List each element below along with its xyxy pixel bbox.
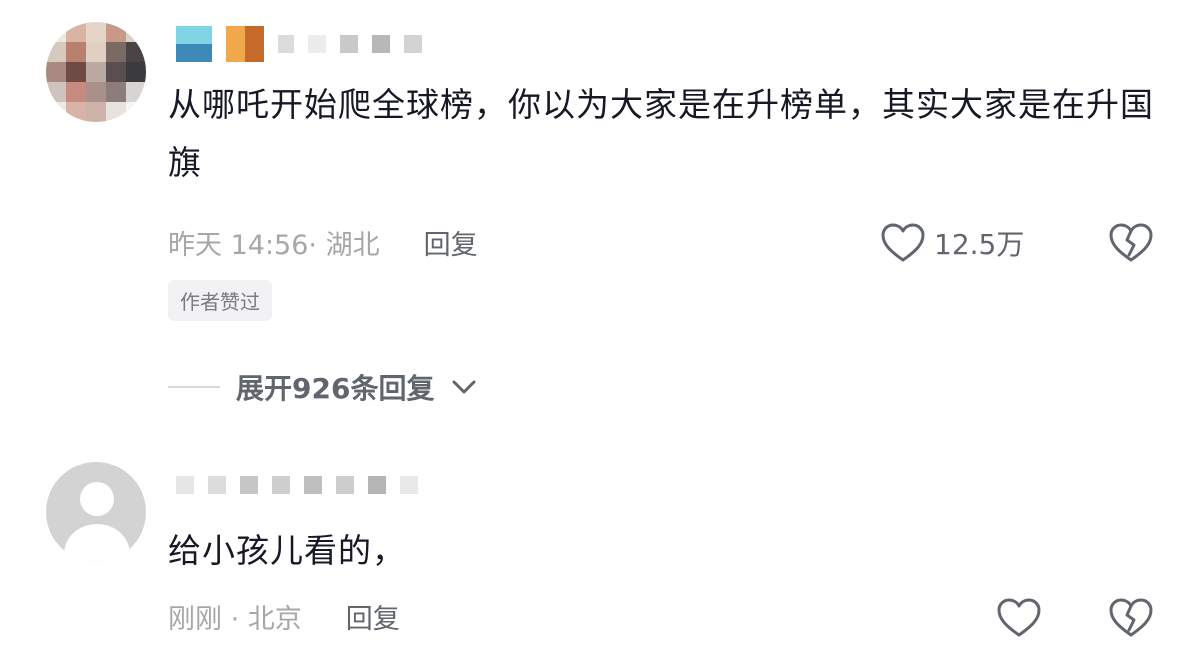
like-button[interactable]: 12.5万 [880,222,1024,264]
comment-meta: 刚刚 · 北京 回复 [168,597,400,636]
meta-info: 刚刚 · 北京 [168,597,302,636]
heart-outline-icon[interactable] [996,597,1042,639]
comment-text: 从哪吒开始爬全球榜，你以为大家是在升榜单，其实大家是在升国旗 [168,85,1154,182]
comment-time: 昨天 14:56 [168,230,309,261]
comment-location: · 北京 [230,604,302,635]
author-liked-badge: 作者赞过 [168,280,272,321]
dislike-button[interactable] [1108,222,1154,264]
broken-heart-icon[interactable] [1108,222,1154,264]
expand-replies[interactable]: 展开926条回复 [168,367,478,407]
comment-text: 给小孩儿看的， [168,531,406,570]
heart-outline-icon[interactable] [880,222,926,264]
like-count: 12.5万 [934,228,1025,261]
user-avatar[interactable] [46,22,146,122]
username-blurred[interactable] [176,26,422,62]
reply-button[interactable]: 回复 [424,223,478,262]
dislike-button[interactable] [1108,597,1154,639]
comment-location: · 湖北 [308,230,380,261]
username-blurred[interactable] [176,476,418,494]
expand-divider [168,386,220,388]
comment-meta: 昨天 14:56· 湖北 回复 [168,223,478,262]
broken-heart-icon[interactable] [1108,597,1154,639]
expand-replies-label[interactable]: 展开926条回复 [236,367,434,407]
reply-button[interactable]: 回复 [346,597,400,636]
meta-info: 昨天 14:56· 湖北 [168,223,380,262]
chevron-down-icon[interactable] [450,377,478,397]
like-button[interactable] [996,597,1042,639]
default-avatar[interactable] [46,462,146,562]
comment-time: 刚刚 [168,604,222,635]
